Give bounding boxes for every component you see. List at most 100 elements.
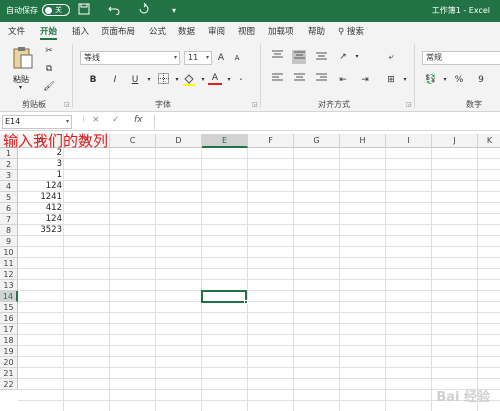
row-header-4[interactable]: 4 [0, 181, 18, 192]
font-name-select[interactable]: 等线 ▾ [80, 51, 180, 65]
clipboard-launcher-icon[interactable]: ◲ [64, 101, 70, 108]
row-header-13[interactable]: 13 [0, 280, 18, 291]
row-header-12[interactable]: 12 [0, 269, 18, 280]
row-header-18[interactable]: 18 [0, 335, 18, 346]
align-middle-icon[interactable] [292, 50, 306, 64]
grow-font-button[interactable]: A [214, 51, 228, 65]
row-header-10[interactable]: 10 [0, 247, 18, 258]
font-launcher-icon[interactable]: ◲ [252, 101, 258, 108]
copy-icon[interactable]: ⧉ [42, 62, 56, 76]
phonetic-icon[interactable]: ꞏ [234, 73, 248, 87]
chevron-down-icon[interactable]: ▾ [142, 73, 156, 87]
percent-button[interactable]: % [452, 73, 466, 87]
row-header-15[interactable]: 15 [0, 302, 18, 313]
column-header-h[interactable]: H [340, 134, 386, 148]
column-header-i[interactable]: I [386, 134, 432, 148]
name-box-value: E14 [5, 117, 21, 126]
format-painter-icon[interactable]: 🖌 [42, 80, 56, 94]
underline-button[interactable]: U [128, 73, 142, 87]
column-header-f[interactable]: F [248, 134, 294, 148]
active-cell-e14[interactable] [201, 290, 248, 304]
merge-center-icon[interactable]: ⊞ [384, 73, 398, 87]
cut-icon[interactable]: ✂ [42, 44, 56, 58]
formula-input[interactable] [154, 115, 500, 129]
fill-handle[interactable] [244, 300, 248, 304]
undo-icon[interactable] [106, 3, 122, 19]
row-header-5[interactable]: 5 [0, 192, 18, 203]
row-header-16[interactable]: 16 [0, 313, 18, 324]
row-header-7[interactable]: 7 [0, 214, 18, 225]
tab-file[interactable]: 文件 [8, 25, 25, 37]
align-bottom-icon[interactable] [314, 50, 328, 64]
tab-view[interactable]: 视图 [238, 25, 255, 37]
font-color-button[interactable]: A [208, 71, 222, 85]
cell-area[interactable] [18, 148, 500, 411]
row-header-17[interactable]: 17 [0, 324, 18, 335]
orientation-icon[interactable]: ↗ [336, 50, 350, 64]
enter-icon[interactable]: ✓ [112, 115, 120, 125]
row-header-6[interactable]: 6 [0, 203, 18, 214]
tab-help[interactable]: 帮助 [308, 25, 325, 37]
shrink-font-button[interactable]: A [230, 51, 244, 65]
name-box[interactable]: E14 ▾ [2, 115, 72, 129]
column-header-d[interactable]: D [156, 134, 202, 148]
column-header-g[interactable]: G [294, 134, 340, 148]
cancel-icon[interactable]: × [92, 115, 100, 125]
chevron-down-icon[interactable]: ▾ [350, 50, 364, 64]
increase-indent-icon[interactable]: ⇥ [358, 73, 372, 87]
column-header-e[interactable]: E [202, 134, 248, 148]
cell-a5[interactable]: 1241 [18, 192, 64, 203]
chevron-down-icon[interactable]: ▾ [398, 73, 412, 87]
row-header-22[interactable]: 22 [0, 379, 18, 390]
number-format-select[interactable]: 常规 [422, 51, 500, 65]
row-header-20[interactable]: 20 [0, 357, 18, 368]
row-header-9[interactable]: 9 [0, 236, 18, 247]
insert-function-icon[interactable]: fx [134, 115, 143, 125]
font-size-select[interactable]: 11 ▾ [184, 51, 212, 65]
row-header-21[interactable]: 21 [0, 368, 18, 379]
cell-a3[interactable]: 1 [18, 170, 64, 181]
paste-icon [13, 47, 33, 69]
currency-icon[interactable]: 💱 [424, 73, 438, 87]
row-header-8[interactable]: 8 [0, 225, 18, 236]
borders-icon[interactable] [156, 73, 170, 87]
row-header-2[interactable]: 2 [0, 159, 18, 170]
tab-insert[interactable]: 插入 [72, 25, 89, 37]
cell-a6[interactable]: 412 [18, 203, 64, 214]
row-header-11[interactable]: 11 [0, 258, 18, 269]
row-header-14[interactable]: 14 [0, 291, 18, 302]
chevron-down-icon[interactable]: ▾ [438, 73, 452, 87]
column-header-c[interactable]: C [110, 134, 156, 148]
align-right-icon[interactable] [314, 73, 328, 87]
customize-toolbar-icon[interactable]: ▾ [166, 3, 182, 19]
paste-button[interactable]: 粘贴 ▾ [10, 46, 36, 94]
save-icon[interactable] [76, 3, 92, 19]
row-header-3[interactable]: 3 [0, 170, 18, 181]
decrease-indent-icon[interactable]: ⇤ [336, 73, 350, 87]
align-left-icon[interactable] [270, 73, 284, 87]
column-header-j[interactable]: J [432, 134, 478, 148]
align-center-icon[interactable] [292, 73, 306, 87]
fill-color-icon[interactable] [182, 73, 196, 87]
tab-page-layout[interactable]: 页面布局 [101, 25, 135, 37]
alignment-launcher-icon[interactable]: ◲ [406, 101, 412, 108]
row-header-19[interactable]: 19 [0, 346, 18, 357]
search-button[interactable]: ⚲ 搜索 [338, 25, 364, 37]
cell-a8[interactable]: 3523 [18, 225, 64, 236]
tab-home[interactable]: 开始 [40, 25, 58, 40]
tab-review[interactable]: 审阅 [208, 25, 225, 37]
align-top-icon[interactable] [270, 50, 284, 64]
column-header-k[interactable]: K [478, 134, 500, 148]
italic-button[interactable]: I [108, 73, 122, 87]
tab-formulas[interactable]: 公式 [149, 25, 166, 37]
cell-a4[interactable]: 124 [18, 181, 64, 192]
bold-button[interactable]: B [86, 73, 100, 87]
redo-icon[interactable] [136, 2, 152, 19]
autosave-toggle[interactable]: 关 [42, 4, 70, 16]
tab-data[interactable]: 数据 [178, 25, 195, 37]
cell-a7[interactable]: 124 [18, 214, 64, 225]
cell-a2[interactable]: 3 [18, 159, 64, 170]
wrap-text-icon[interactable]: ⤶ [384, 50, 398, 64]
comma-style-button[interactable]: 9 [474, 73, 488, 87]
tab-addins[interactable]: 加载项 [268, 25, 294, 37]
